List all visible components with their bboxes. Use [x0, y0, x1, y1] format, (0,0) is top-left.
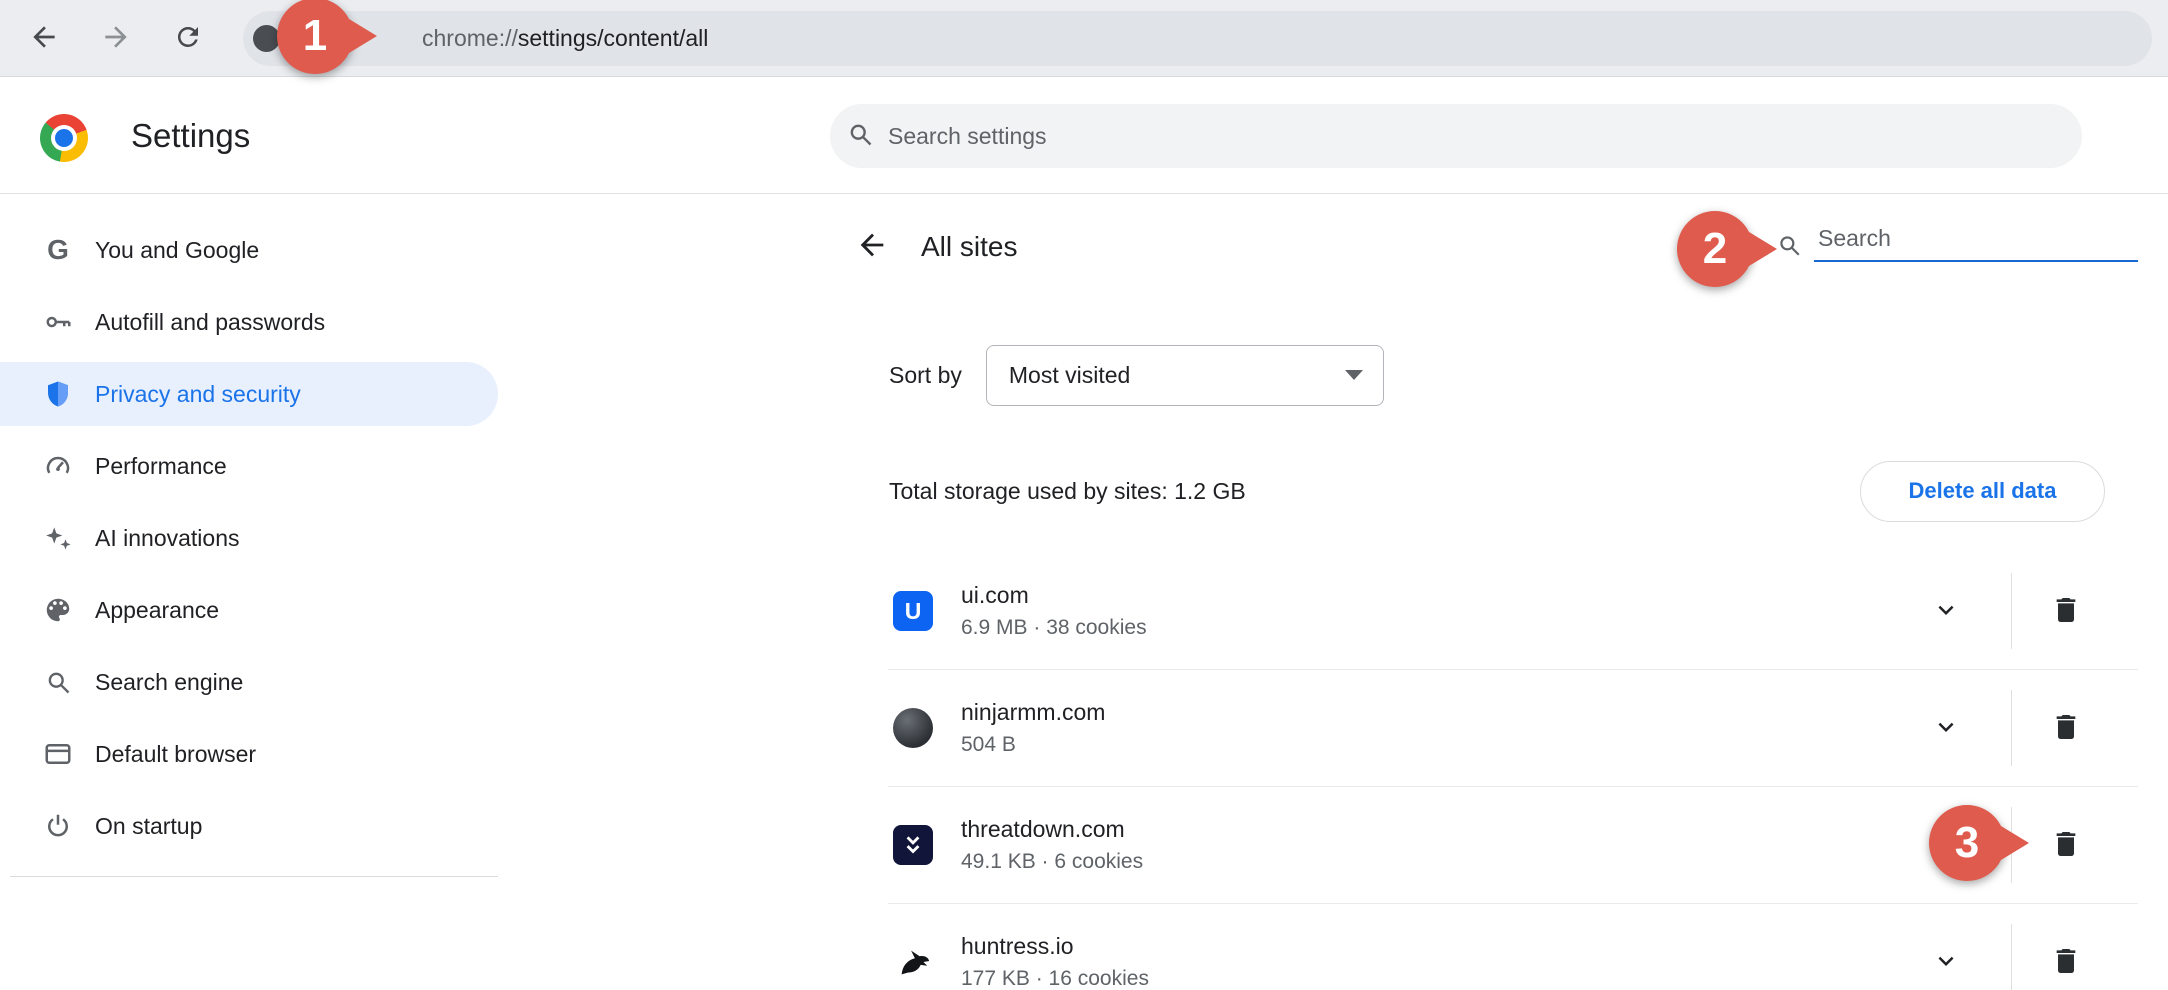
storage-row: Total storage used by sites: 1.2 GB Dele… — [889, 460, 2105, 522]
huntress-favicon — [893, 942, 933, 982]
url-path: settings/content/all — [517, 25, 709, 51]
sidebar-item-you-and-google[interactable]: G You and Google — [0, 218, 498, 282]
trash-icon — [2050, 828, 2082, 863]
sidebar-item-search-engine[interactable]: Search engine — [0, 650, 498, 714]
all-sites-back-button[interactable] — [852, 226, 892, 266]
ninjarmm-favicon — [893, 708, 933, 748]
sidebar-item-autofill[interactable]: Autofill and passwords — [0, 290, 498, 354]
site-list: U ui.com 6.9 MB · 38 cookies ninjarmm.co… — [888, 553, 2138, 990]
sidebar-item-label: You and Google — [95, 236, 260, 263]
sidebar-item-privacy-security[interactable]: Privacy and security — [0, 362, 498, 426]
browser-forward-button[interactable] — [96, 18, 136, 58]
chevron-down-icon — [1931, 712, 1961, 745]
sort-by-label: Sort by — [889, 361, 962, 388]
sidebar-item-performance[interactable]: Performance — [0, 434, 498, 498]
site-info-icon[interactable] — [253, 25, 280, 52]
sidebar-item-ai-innovations[interactable]: AI innovations — [0, 506, 498, 570]
back-arrow-icon — [28, 21, 60, 56]
site-search-icon — [1776, 232, 1802, 263]
delete-all-data-button[interactable]: Delete all data — [1860, 460, 2105, 522]
settings-header: Settings — [0, 77, 2168, 194]
settings-search-input[interactable] — [886, 121, 2072, 151]
browser-back-button[interactable] — [24, 18, 64, 58]
sort-dropdown-value: Most visited — [1008, 361, 1131, 388]
delete-site-button[interactable] — [2046, 591, 2086, 631]
sidebar-item-label: On startup — [95, 812, 203, 839]
expand-button[interactable] — [1926, 942, 1966, 982]
site-row-ninjarmm[interactable]: ninjarmm.com 504 B — [888, 670, 2138, 787]
settings-title: Settings — [131, 117, 251, 154]
row-separator — [2011, 573, 2012, 649]
chevron-down-icon — [1931, 595, 1961, 628]
trash-icon — [2050, 711, 2082, 746]
site-details: 6.9 MB · 38 cookies — [961, 616, 1147, 639]
site-details: 177 KB · 16 cookies — [961, 967, 1149, 990]
site-search-input[interactable] — [1814, 218, 2138, 262]
annotation-step-3: 3 — [1929, 805, 2005, 881]
site-row-ui[interactable]: U ui.com 6.9 MB · 38 cookies — [888, 553, 2138, 670]
reload-icon — [173, 22, 203, 55]
sort-dropdown[interactable]: Most visited — [985, 344, 1384, 406]
page-title: All sites — [921, 231, 1018, 262]
browser-window-icon — [42, 738, 74, 770]
annotation-step-1: 1 — [277, 0, 353, 74]
url-scheme: chrome:// — [422, 25, 518, 51]
forward-arrow-icon — [100, 21, 132, 56]
url-text: chrome://settings/content/all — [422, 11, 708, 66]
shield-icon — [42, 378, 74, 410]
sidebar-item-label: Autofill and passwords — [95, 308, 326, 335]
sidebar-item-default-browser[interactable]: Default browser — [0, 722, 498, 786]
google-g-icon: G — [47, 234, 69, 265]
sidebar-item-appearance[interactable]: Appearance — [0, 578, 498, 642]
site-name: threatdown.com — [961, 816, 1125, 842]
sidebar-item-label: Search engine — [95, 668, 244, 695]
sparkle-icon — [42, 522, 74, 554]
row-separator — [2011, 924, 2012, 990]
trash-icon — [2050, 945, 2082, 980]
site-details: 49.1 KB · 6 cookies — [961, 850, 1144, 873]
power-icon — [42, 810, 74, 842]
sidebar-item-label: Appearance — [95, 596, 220, 623]
palette-icon — [42, 594, 74, 626]
settings-sidebar: G You and Google Autofill and passwords … — [0, 210, 498, 877]
chevron-down-icon — [1931, 946, 1961, 979]
row-separator — [2011, 690, 2012, 766]
site-name: huntress.io — [961, 933, 1074, 959]
browser-reload-button[interactable] — [168, 18, 208, 58]
storage-summary: Total storage used by sites: 1.2 GB — [889, 477, 1246, 504]
ui-favicon: U — [893, 591, 933, 631]
annotation-step-2: 2 — [1677, 211, 1753, 287]
delete-site-button[interactable] — [2046, 942, 2086, 982]
sidebar-item-label: Default browser — [95, 740, 257, 767]
delete-site-button[interactable] — [2046, 825, 2086, 865]
site-name: ninjarmm.com — [961, 699, 1106, 725]
back-arrow-icon — [855, 228, 889, 265]
expand-button[interactable] — [1926, 591, 1966, 631]
sidebar-item-label: AI innovations — [95, 524, 240, 551]
dropdown-caret-icon — [1344, 370, 1363, 380]
site-row-huntress[interactable]: huntress.io 177 KB · 16 cookies — [888, 904, 2138, 990]
threatdown-favicon — [893, 825, 933, 865]
chrome-settings-window: chrome://settings/content/all Settings G… — [0, 0, 2168, 990]
sidebar-item-on-startup[interactable]: On startup — [0, 794, 498, 858]
sidebar-item-label: Performance — [95, 452, 227, 479]
key-icon — [42, 306, 74, 338]
trash-icon — [2050, 594, 2082, 629]
site-details: 504 B — [961, 733, 1016, 756]
sort-row: Sort by Most visited — [889, 344, 1384, 406]
speedometer-icon — [42, 450, 74, 482]
search-icon — [846, 120, 874, 153]
chrome-logo-icon — [40, 114, 88, 162]
settings-search-bar[interactable] — [830, 104, 2082, 168]
site-search-field[interactable] — [1814, 218, 2138, 262]
sidebar-divider — [10, 876, 498, 877]
magnifier-icon — [42, 666, 74, 698]
delete-site-button[interactable] — [2046, 708, 2086, 748]
expand-button[interactable] — [1926, 708, 1966, 748]
sidebar-item-label: Privacy and security — [95, 380, 301, 407]
site-name: ui.com — [961, 582, 1029, 608]
address-bar[interactable]: chrome://settings/content/all — [243, 11, 2152, 66]
